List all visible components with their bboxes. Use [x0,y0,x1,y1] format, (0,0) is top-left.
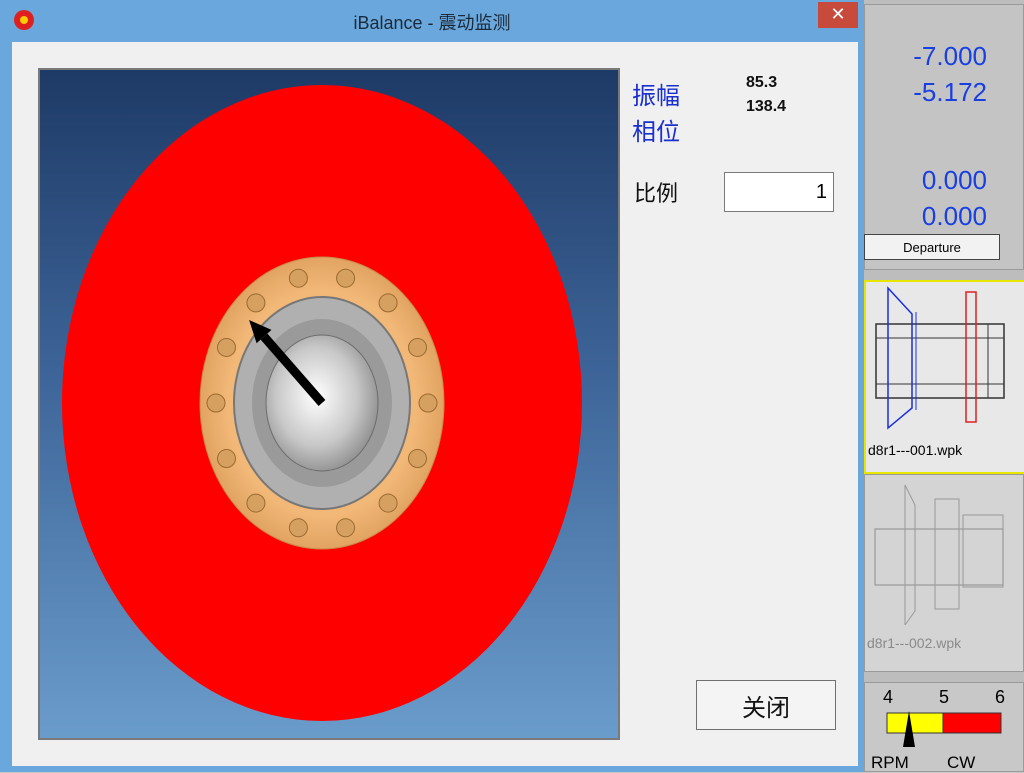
bolt-hole [206,393,226,413]
coordinate-panel: -7.000 -5.172 0.000 0.000 [864,4,1024,270]
phase-label: 相位 [632,119,680,146]
rpm-gauge-panel: 4 5 6 RPM CW [864,682,1024,772]
phase-value: 138.4 [746,98,787,115]
coord-value-4: 0.000 [921,201,987,231]
balance-scene [62,85,582,721]
dialog-client-area: 振幅 相位 85.3 138.4 比例 关闭 [12,42,858,766]
direction-label: CW [947,753,976,772]
amplitude-value: 85.3 [746,74,778,91]
bolt-hole [288,518,308,538]
coord-value-2: -5.172 [913,77,987,107]
rpm-tick-4: 4 [883,687,894,707]
departure-button[interactable]: Departure [864,234,1000,260]
part-drawing-2 [874,484,1004,627]
bolt-hole [216,337,236,357]
bolt-hole [408,337,428,357]
bolt-hole [246,293,266,313]
window-title: iBalance - 震动监测 [353,13,511,33]
part-thumbnail-1[interactable]: d8r1---001.wpk [864,280,1024,474]
title-bar[interactable]: iBalance - 震动监测 ✕ [0,0,864,42]
bolt-hole [408,449,428,469]
bolt-hole [246,493,266,513]
coord-value-1: -7.000 [913,41,987,71]
close-window-button[interactable]: ✕ [818,2,858,28]
bolt-hole [378,493,398,513]
bolt-hole [418,393,438,413]
scale-input[interactable] [724,172,834,212]
amplitude-label: 振幅 [632,83,680,110]
scale-label: 比例 [634,181,679,206]
rpm-tick-6: 6 [995,687,1006,707]
bolt-hole [288,268,308,288]
part-file-label-2: d8r1---002.wpk [867,635,962,651]
part-drawing-1 [875,286,1005,430]
bolt-hole [378,293,398,313]
part-thumbnail-2[interactable]: d8r1---002.wpk [864,474,1024,672]
rpm-label: RPM [871,753,909,772]
bolt-hole [336,518,356,538]
rpm-tick-5: 5 [939,687,950,707]
coord-value-3: 0.000 [921,165,987,195]
bolt-hole [336,268,356,288]
balance-visualization [38,68,620,740]
close-button[interactable]: 关闭 [696,680,836,730]
vibration-monitor-dialog: iBalance - 震动监测 ✕ 振幅 相位 85.3 138.4 比例 1 … [0,0,864,772]
bolt-hole [216,449,236,469]
part-file-label-1: d8r1---001.wpk [868,442,963,458]
